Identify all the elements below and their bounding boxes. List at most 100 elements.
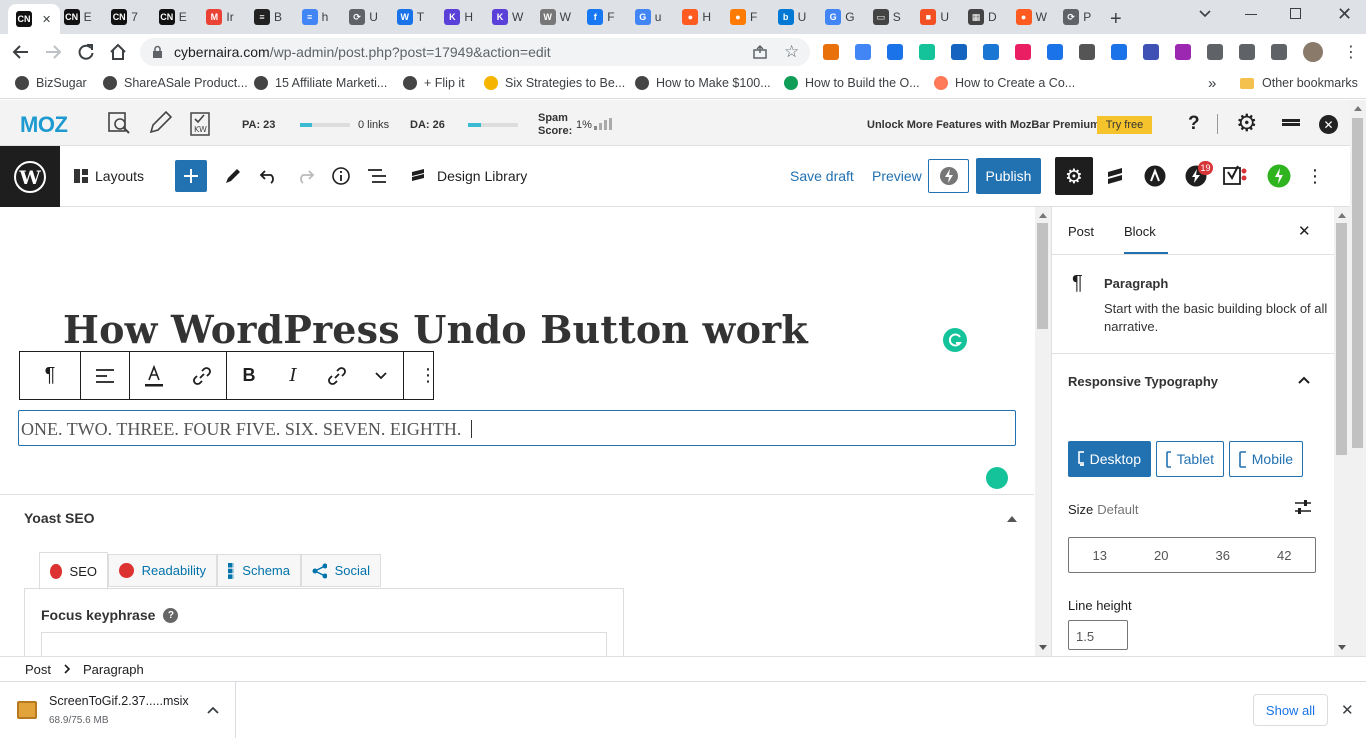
extension-icon[interactable] [1015,44,1031,60]
home-icon[interactable] [109,43,127,61]
device-tablet-button[interactable]: Tablet [1156,441,1224,477]
jetpack-icon[interactable] [1266,160,1292,192]
browser-tab[interactable]: WW [532,4,578,30]
close-sidebar-icon[interactable]: ✕ [1298,222,1311,240]
font-size-option[interactable]: 42 [1277,548,1291,563]
bookmark-item[interactable]: How to Build the O... [784,76,920,90]
more-formats-chevron-icon[interactable] [359,352,403,399]
extension-icon[interactable] [1239,44,1255,60]
page-analysis-icon[interactable] [107,111,131,135]
extension-icon[interactable] [1079,44,1095,60]
browser-tab[interactable]: ≡ B [246,4,292,30]
other-bookmarks[interactable]: Other bookmarks [1240,76,1358,90]
browser-tab[interactable]: fF [579,4,625,30]
list-view-icon[interactable] [366,160,388,192]
browser-tab[interactable]: bU [770,4,816,30]
redo-icon[interactable] [294,160,316,192]
forward-arrow-icon[interactable] [44,43,62,61]
details-info-icon[interactable] [330,160,352,192]
editor-scroll-down[interactable] [1039,645,1047,650]
browser-tab[interactable]: GG [817,4,863,30]
close-window-button[interactable]: ✕ [1337,4,1352,25]
save-draft-button[interactable]: Save draft [790,160,854,192]
page-scroll-up[interactable] [1354,106,1362,111]
browser-tab[interactable]: WT [389,4,435,30]
chrome-menu-icon[interactable]: ⋮ [1343,42,1359,62]
extension-icon[interactable] [887,44,903,60]
profile-avatar[interactable] [1303,42,1323,62]
browser-tab[interactable]: CN E [56,4,102,30]
sidebar-scroll-thumb[interactable] [1336,223,1347,455]
block-options-icon[interactable]: ⋮ [404,352,452,399]
sidebar-scrollbar[interactable] [1334,207,1350,656]
paragraph-block-icon[interactable]: ¶ [20,352,80,399]
browser-tab[interactable]: ■ U [912,4,958,30]
download-chevron-up-icon[interactable] [207,706,219,714]
bookmark-item[interactable]: How to Make $100... [635,76,771,90]
help-question-icon[interactable]: ? [163,607,179,623]
extension-icon[interactable] [855,44,871,60]
browser-tab[interactable]: CN ✕ [8,4,60,34]
focus-keyphrase-input[interactable] [41,632,607,656]
moz-close-icon[interactable]: ✕ [1319,115,1338,134]
keyword-difficulty-icon[interactable]: KW [188,109,214,137]
bold-button[interactable]: B [227,352,271,399]
stackable-plugin-icon[interactable] [1104,160,1126,192]
extension-icon[interactable] [1143,44,1159,60]
browser-tab[interactable]: ▦ D [960,4,1006,30]
help-icon[interactable]: ? [1188,113,1200,135]
sidebar-tab-block[interactable]: Block [1124,207,1168,255]
minimize-button[interactable] [1245,14,1257,15]
device-desktop-button[interactable]: Desktop [1068,441,1151,477]
inline-link-icon[interactable] [315,352,359,399]
browser-tab[interactable]: ▭ S [865,4,911,30]
editor-scrollbar[interactable] [1035,207,1051,656]
page-scroll-thumb[interactable] [1352,118,1363,448]
align-left-icon[interactable] [81,352,129,399]
bookmark-item[interactable]: ShareASale Product... [103,76,248,90]
yoast-tab-schema[interactable]: Schema [217,554,301,587]
browser-tab[interactable]: CN E [151,4,197,30]
back-arrow-icon[interactable] [12,43,30,61]
font-size-option[interactable]: 36 [1216,548,1230,563]
grammarly-icon[interactable] [943,328,967,352]
yoast-tab-seo[interactable]: SEO [39,552,108,590]
post-title[interactable]: How WordPress Undo Button work [63,307,808,352]
performance-button[interactable] [928,159,969,193]
browser-tab[interactable]: ● H [674,4,720,30]
close-tab-icon[interactable]: ✕ [42,13,51,26]
yoast-title[interactable]: Yoast SEO [24,510,95,526]
browser-tab[interactable]: ⟳ U [341,4,387,30]
extension-icon[interactable] [1207,44,1223,60]
text-color-icon[interactable] [130,352,178,399]
new-tab-button[interactable]: + [1110,8,1122,31]
page-scrollbar[interactable] [1350,100,1366,681]
moz-settings-gear-icon[interactable]: ⚙ [1236,112,1258,136]
highlight-pencil-icon[interactable] [147,110,173,136]
bookmark-item[interactable]: 15 Affiliate Marketi... [254,76,387,90]
sidebar-scroll-down[interactable] [1338,645,1346,650]
browser-tab[interactable]: ● W [1008,4,1054,30]
browser-tab[interactable]: Gu [627,4,673,30]
extension-icon[interactable] [951,44,967,60]
add-block-button[interactable] [175,160,207,192]
restore-button[interactable] [1290,8,1301,19]
design-library-button[interactable]: Design Library [410,160,527,192]
bookmarks-more[interactable]: » [1208,75,1216,92]
font-size-option[interactable]: 13 [1093,548,1107,563]
moz-collapse-icon[interactable] [1282,119,1300,126]
settings-gear-icon[interactable]: ⚙ [1055,157,1093,195]
reload-icon[interactable] [77,43,95,61]
extension-icon[interactable] [983,44,999,60]
try-free-button[interactable]: Try free [1097,116,1152,134]
extension-icon[interactable] [1111,44,1127,60]
extension-icon[interactable] [823,44,839,60]
paragraph-block[interactable]: ONE. TWO. THREE. FOUR FIVE. SIX. SEVEN. … [18,410,1016,446]
yoast-icon[interactable] [1222,160,1252,192]
device-mobile-button[interactable]: Mobile [1229,441,1303,477]
sidebar-scroll-up[interactable] [1338,213,1346,218]
browser-tab[interactable]: ● F [722,4,768,30]
extension-icon[interactable] [919,44,935,60]
options-menu-icon[interactable]: ⋮ [1306,160,1324,192]
share-icon[interactable] [752,44,768,60]
